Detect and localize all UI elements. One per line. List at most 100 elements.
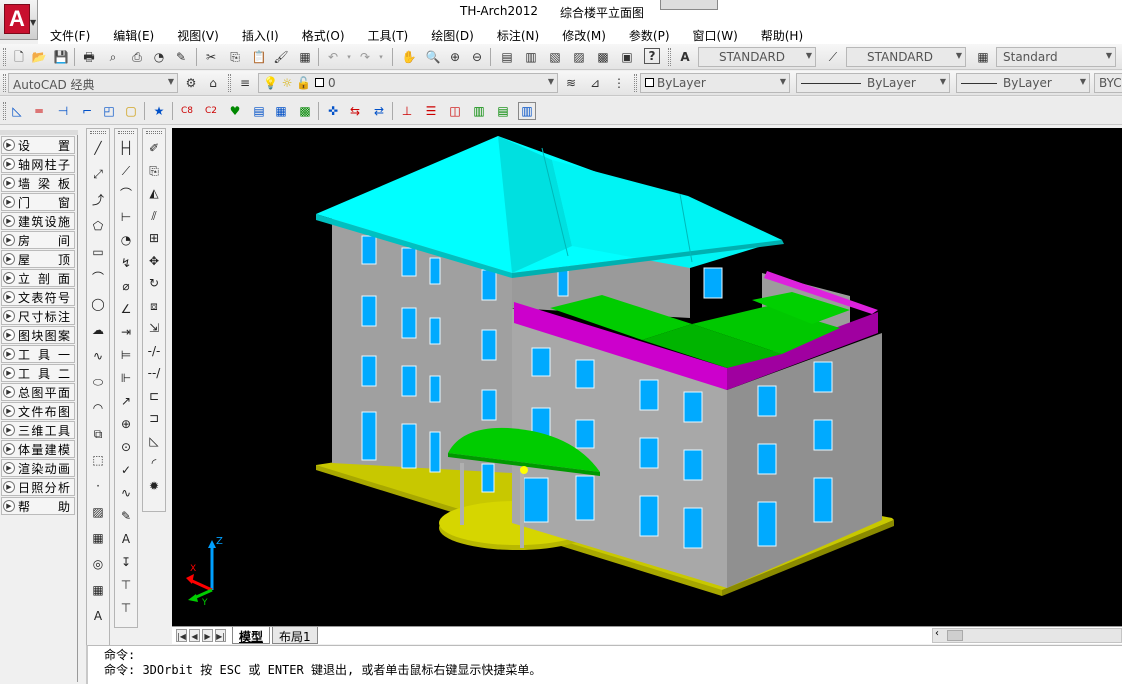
arc-length-dim-icon[interactable]: ⌒ xyxy=(117,185,135,203)
diameter-dim-icon[interactable]: ⌀ xyxy=(117,277,135,295)
jogged-linear-icon[interactable]: ∿ xyxy=(117,484,135,502)
3d-dwf-icon[interactable]: ◔ xyxy=(150,48,168,66)
rotate-icon[interactable]: ↻ xyxy=(145,274,163,292)
table-style-icon[interactable]: ▦ xyxy=(974,48,992,66)
table-icon[interactable]: ▦ xyxy=(89,581,107,599)
hatch-icon[interactable]: ▨ xyxy=(89,503,107,521)
dim-style-icon[interactable]: ⊤ xyxy=(117,576,135,594)
tz-stair-icon[interactable]: ♥ xyxy=(226,102,244,120)
toolbar-grip[interactable] xyxy=(3,48,6,66)
toolbar-grip[interactable] xyxy=(668,48,671,66)
copy-icon[interactable]: ⎘ xyxy=(145,162,163,180)
markup-set-icon[interactable]: ▩ xyxy=(594,48,612,66)
menu-item[interactable]: 绘图(D) xyxy=(419,24,485,44)
tianzheng-menu-item[interactable]: ▶ 文表符号 xyxy=(1,288,75,306)
tianzheng-menu-item[interactable]: ▶ 轴网柱子 xyxy=(1,155,75,173)
lineweight-select[interactable]: ByLayer ▼ xyxy=(956,73,1090,93)
ordinate-dim-icon[interactable]: ⊢ xyxy=(117,208,135,226)
panel-titlebar[interactable] xyxy=(0,130,78,135)
spline-icon[interactable]: ∿ xyxy=(89,347,107,365)
ellipse-icon[interactable]: ⬭ xyxy=(89,373,107,391)
color-select[interactable]: ByLayer ▼ xyxy=(640,73,790,93)
paste-icon[interactable]: 📋 xyxy=(250,48,268,66)
chamfer-icon[interactable]: ◺ xyxy=(145,432,163,450)
publish-icon[interactable]: ⎙ xyxy=(128,48,146,66)
menu-item[interactable]: 格式(O) xyxy=(290,24,356,44)
ellipse-arc-icon[interactable]: ◠ xyxy=(89,399,107,417)
linetype-select[interactable]: ByLayer ▼ xyxy=(796,73,950,93)
tz-symbol-icon[interactable]: ◫ xyxy=(446,102,464,120)
layer-states-icon[interactable]: ⋮ xyxy=(610,74,628,92)
break-icon[interactable]: ⊏ xyxy=(145,387,163,405)
tz-text-icon[interactable]: ⊥ xyxy=(398,102,416,120)
dim-update-icon[interactable]: ↧ xyxy=(117,553,135,571)
polyline-icon[interactable]: ⤴ xyxy=(89,191,107,209)
application-menu-button[interactable]: A ▼ xyxy=(0,0,38,40)
point-icon[interactable]: · xyxy=(89,477,107,495)
tz-layer-icon[interactable]: ▥ xyxy=(470,102,488,120)
array-icon[interactable]: ⊞ xyxy=(145,229,163,247)
zoom-realtime-icon[interactable]: 🔍 xyxy=(424,48,442,66)
tz-table-icon[interactable]: ▩ xyxy=(296,102,314,120)
tianzheng-menu-item[interactable]: ▶ 房 间 xyxy=(1,231,75,249)
menu-item[interactable]: 修改(M) xyxy=(550,24,617,44)
tz-column-icon[interactable]: ⊣ xyxy=(54,102,72,120)
workspace-settings-icon[interactable]: ⚙ xyxy=(182,74,200,92)
angular-dim-icon[interactable]: ∠ xyxy=(117,300,135,318)
plot-preview-icon[interactable]: ⌕ xyxy=(104,48,122,66)
tz-star-icon[interactable]: ★ xyxy=(150,102,168,120)
center-mark-icon[interactable]: ⊙ xyxy=(117,438,135,456)
help-icon[interactable]: ? xyxy=(644,48,660,64)
menu-item[interactable]: 工具(T) xyxy=(356,24,420,44)
join-icon[interactable]: ⊐ xyxy=(145,409,163,427)
tool-palettes-icon[interactable]: ▧ xyxy=(546,48,564,66)
cut-icon[interactable]: ✂ xyxy=(202,48,220,66)
quickcalc-icon[interactable]: ▣ xyxy=(618,48,636,66)
make-object-layer-current-icon[interactable]: ≋ xyxy=(562,74,580,92)
tianzheng-menu-item[interactable]: ▶ 总图平面 xyxy=(1,383,75,401)
toolbar-grip[interactable] xyxy=(3,74,6,92)
tz-section-icon[interactable]: ▦ xyxy=(272,102,290,120)
polygon-icon[interactable]: ⬠ xyxy=(89,217,107,235)
tz-arrow-icon[interactable]: ☰ xyxy=(422,102,440,120)
tianzheng-menu-item[interactable]: ▶ 工 具 一 xyxy=(1,345,75,363)
tianzheng-menu-item[interactable]: ▶ 渲染动画 xyxy=(1,459,75,477)
tz-window-icon[interactable]: ◰ xyxy=(100,102,118,120)
menu-item[interactable]: 插入(I) xyxy=(230,24,290,44)
jogged-dim-icon[interactable]: ↯ xyxy=(117,254,135,272)
dim-style-control-icon[interactable]: ⊤ xyxy=(117,599,135,617)
first-tab-icon[interactable]: |◀ xyxy=(176,629,187,642)
menu-item[interactable]: 文件(F) xyxy=(38,24,101,44)
scale-icon[interactable]: ⧈ xyxy=(145,297,163,315)
tz-move-dim-icon[interactable]: ⇆ xyxy=(346,102,364,120)
menu-item[interactable]: 帮助(H) xyxy=(749,24,814,44)
plot-style-select[interactable]: BYCO xyxy=(1094,73,1122,93)
block-editor-icon[interactable]: ▦ xyxy=(296,48,314,66)
move-icon[interactable]: ✥ xyxy=(145,252,163,270)
mirror-icon[interactable]: ◭ xyxy=(145,184,163,202)
menu-item[interactable]: 标注(N) xyxy=(485,24,550,44)
inspect-dim-icon[interactable]: ✓ xyxy=(117,461,135,479)
tz-room-icon[interactable]: ▢ xyxy=(122,102,140,120)
zoom-window-icon[interactable]: ⊕ xyxy=(446,48,464,66)
tz-door-icon[interactable]: ⌐ xyxy=(78,102,96,120)
table-style-select[interactable]: Standard ▼ xyxy=(996,47,1116,67)
gradient-icon[interactable]: ▦ xyxy=(89,529,107,547)
menu-item[interactable]: 参数(P) xyxy=(617,24,681,44)
dimension-style-select[interactable]: STANDARD ▼ xyxy=(846,47,966,67)
tianzheng-menu-item[interactable]: ▶ 文件布图 xyxy=(1,402,75,420)
rectangle-icon[interactable]: ▭ xyxy=(89,243,107,261)
tianzheng-menu-item[interactable]: ▶ 工 具 二 xyxy=(1,364,75,382)
my-workspace-icon[interactable]: ⌂ xyxy=(204,74,222,92)
line-icon[interactable]: ╱ xyxy=(89,139,107,157)
tianzheng-menu-item[interactable]: ▶ 建筑设施 xyxy=(1,212,75,230)
tz-chart-icon[interactable]: ▥ xyxy=(518,102,536,120)
tz-elevation-icon[interactable]: ▤ xyxy=(250,102,268,120)
redo-dropdown-icon[interactable]: ▾ xyxy=(372,48,390,66)
tz-c8-icon[interactable]: C8 xyxy=(178,102,196,120)
dim-style-icon[interactable]: ⟋ xyxy=(824,48,842,66)
baseline-dim-icon[interactable]: ⊨ xyxy=(117,346,135,364)
menu-item[interactable]: 窗口(W) xyxy=(681,24,749,44)
text-style-icon[interactable]: A xyxy=(676,48,694,66)
quick-dim-icon[interactable]: ⇥ xyxy=(117,323,135,341)
